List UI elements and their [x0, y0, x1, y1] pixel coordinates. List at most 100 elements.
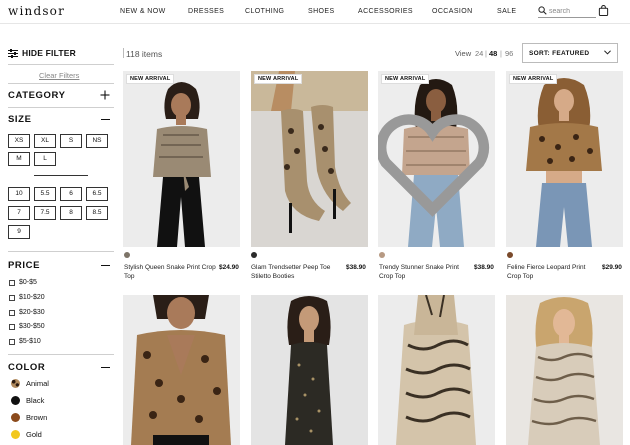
size-group-separator — [34, 175, 88, 176]
search-icon[interactable] — [538, 6, 547, 15]
product-name[interactable]: Feline Fierce Leopard Print Crop Top — [507, 264, 599, 281]
product-image[interactable] — [506, 295, 623, 445]
site-logo[interactable]: windsor — [8, 4, 65, 18]
gold-swatch[interactable] — [11, 430, 20, 439]
divider — [8, 83, 114, 84]
divider — [8, 251, 114, 252]
minus-icon[interactable] — [101, 367, 110, 369]
product-image[interactable]: NEW ARRIVAL — [251, 71, 368, 247]
price-title: PRICE — [8, 260, 41, 271]
clear-filters-link[interactable]: Clear Filters — [39, 71, 79, 80]
divider — [8, 354, 114, 355]
checkbox[interactable] — [9, 294, 15, 301]
chevron-down-icon — [604, 50, 611, 55]
checkbox[interactable] — [9, 338, 15, 345]
heart-icon[interactable] — [378, 77, 491, 247]
product-name[interactable]: Stylish Queen Snake Print Crop Top — [124, 264, 216, 281]
size-option[interactable]: 10 — [8, 187, 30, 201]
size-option[interactable]: XS — [8, 134, 30, 148]
new-arrival-badge: NEW ARRIVAL — [254, 74, 303, 84]
checkbox[interactable] — [9, 323, 15, 330]
price-filter-option[interactable]: $5-$10 — [9, 338, 41, 345]
size-option[interactable]: XL — [34, 134, 56, 148]
color-filter-option[interactable]: Brown — [11, 413, 47, 422]
size-option[interactable]: 9 — [8, 225, 30, 239]
color-label: Gold — [26, 430, 42, 439]
price-filter-option[interactable]: $10-$20 — [9, 294, 45, 301]
size-option[interactable]: 6.5 — [86, 187, 108, 201]
shopping-bag-icon[interactable] — [598, 5, 609, 16]
nav-shoes[interactable]: SHOES — [308, 8, 335, 15]
product-image[interactable]: NEW ARRIVAL — [378, 71, 495, 247]
view-option-48[interactable]: 48 — [489, 49, 497, 58]
product-photo — [506, 295, 623, 445]
price-label: $5-$10 — [19, 338, 41, 345]
new-arrival-badge: NEW ARRIVAL — [509, 74, 558, 84]
search-box[interactable] — [538, 5, 596, 18]
animal-print-swatch[interactable] — [11, 379, 20, 388]
size-section-header[interactable]: SIZE — [8, 114, 114, 125]
size-option[interactable]: 5.5 — [34, 187, 56, 201]
product-image[interactable]: NEW ARRIVAL — [123, 71, 240, 247]
color-swatch-dot[interactable] — [507, 252, 513, 258]
size-option[interactable]: 7.5 — [34, 206, 56, 220]
price-filter-option[interactable]: $20-$30 — [9, 309, 45, 316]
black-swatch[interactable] — [11, 396, 20, 405]
color-title: COLOR — [8, 362, 46, 373]
color-swatch-dot[interactable] — [124, 252, 130, 258]
size-option[interactable]: 6 — [60, 187, 82, 201]
sort-dropdown[interactable]: SORT: FEATURED — [522, 43, 618, 63]
checkbox[interactable] — [9, 279, 15, 286]
nav-occasion[interactable]: OCCASION — [432, 8, 473, 15]
color-section-header[interactable]: COLOR — [8, 362, 114, 373]
color-filter-option[interactable]: Animal — [11, 379, 49, 388]
price-section-header[interactable]: PRICE — [8, 260, 114, 271]
checkbox[interactable] — [9, 309, 15, 316]
size-option[interactable]: L — [34, 152, 56, 166]
product-image[interactable] — [378, 295, 495, 445]
product-photo — [251, 295, 368, 445]
price-label: $10-$20 — [19, 294, 45, 301]
size-option[interactable]: 7 — [8, 206, 30, 220]
minus-icon[interactable] — [101, 265, 110, 267]
price-label: $0-$5 — [19, 279, 37, 286]
search-input[interactable] — [549, 5, 595, 17]
product-name[interactable]: Glam Trendsetter Peep Toe Stiletto Booti… — [251, 264, 343, 281]
nav-dresses[interactable]: DRESSES — [188, 8, 224, 15]
view-option-96[interactable]: 96 — [505, 49, 513, 58]
nav-accessories[interactable]: ACCESSORIES — [358, 8, 413, 15]
product-image[interactable] — [123, 295, 240, 445]
color-filter-option[interactable]: Black — [11, 396, 44, 405]
product-image[interactable]: NEW ARRIVAL — [506, 71, 623, 247]
minus-icon[interactable] — [101, 119, 110, 121]
product-photo — [506, 71, 623, 247]
color-swatch-dot[interactable] — [251, 252, 257, 258]
nav-new-and-now[interactable]: NEW & NOW — [120, 8, 166, 15]
nav-clothing[interactable]: CLOTHING — [245, 8, 284, 15]
new-arrival-badge: NEW ARRIVAL — [126, 74, 175, 84]
size-option[interactable]: S — [60, 134, 82, 148]
nav-sale[interactable]: SALE — [497, 8, 517, 15]
divider — [8, 107, 114, 108]
size-option[interactable]: NS — [86, 134, 108, 148]
divider — [123, 48, 124, 58]
hide-filter-label: HIDE FILTER — [22, 48, 76, 58]
product-name[interactable]: Trendy Stunner Snake Print Crop Top — [379, 264, 471, 281]
brown-swatch[interactable] — [11, 413, 20, 422]
divider — [8, 64, 114, 65]
hide-filter-button[interactable]: HIDE FILTER — [8, 47, 76, 59]
product-photo — [378, 295, 495, 445]
color-filter-option[interactable]: Gold — [11, 430, 42, 439]
size-option[interactable]: M — [8, 152, 30, 166]
price-filter-option[interactable]: $30-$50 — [9, 323, 45, 330]
plus-icon[interactable] — [100, 90, 110, 100]
size-option[interactable]: 8.5 — [86, 206, 108, 220]
price-filter-option[interactable]: $0-$5 — [9, 279, 37, 286]
item-count: 118 items — [126, 49, 163, 59]
view-separator: | — [485, 49, 487, 58]
view-option-24[interactable]: 24 — [475, 49, 483, 58]
size-option[interactable]: 8 — [60, 206, 82, 220]
color-swatch-dot[interactable] — [379, 252, 385, 258]
category-section-header[interactable]: CATEGORY — [8, 90, 114, 101]
product-image[interactable] — [251, 295, 368, 445]
